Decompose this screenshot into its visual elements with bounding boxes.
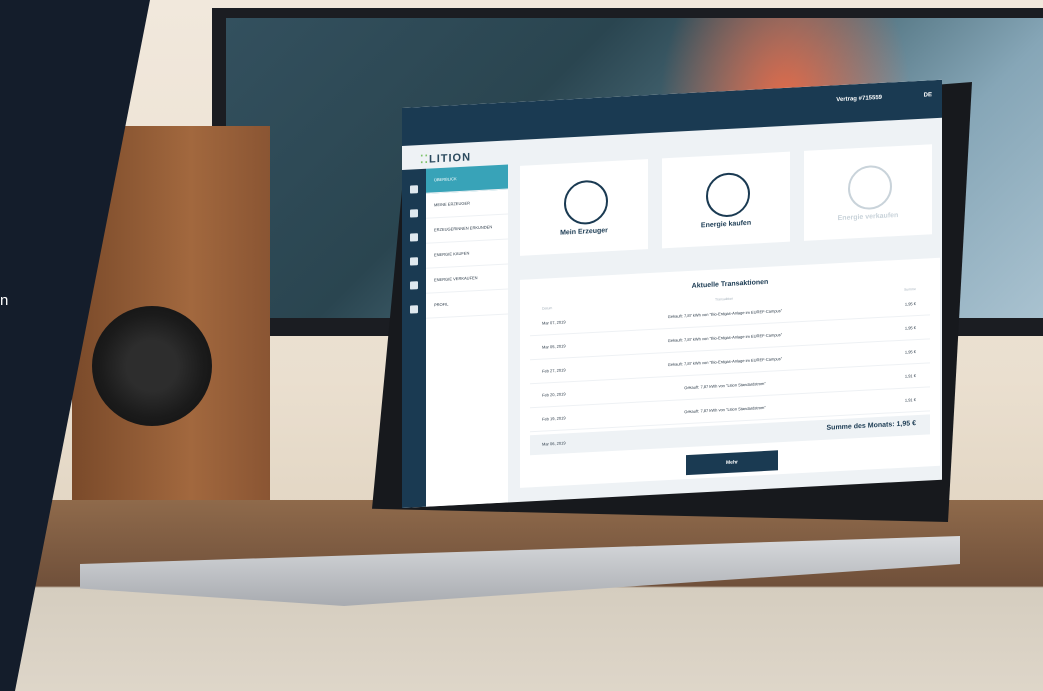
row-amount: 1,95 €: [904, 325, 916, 331]
windmill-icon: [564, 179, 608, 226]
cart-leaf-icon: [706, 171, 750, 219]
col-head-transaction: Transaktion: [715, 296, 734, 302]
monthly-sum: Summe des Monats: 1,95 €: [826, 420, 916, 432]
tile-label: Mein Erzeuger: [560, 227, 608, 237]
row-text: Gekauft: 7,87 kWh von "Bio-Erdgas-Anlage…: [667, 356, 783, 368]
icon-rail: [402, 168, 426, 508]
row-amount: 1,91 €: [904, 373, 916, 379]
menu-item-profile[interactable]: PROFIL: [426, 289, 508, 319]
main-content: Mein Erzeuger Energie kaufen Energie ver…: [512, 140, 942, 503]
row-text: Gekauft: 7,87 kWh von "Bio-Erdgas-Anlage…: [667, 308, 783, 320]
row-date: Feb 19, 2019: [542, 415, 566, 422]
row-amount: 1,95 €: [904, 349, 916, 355]
summary-date: Mar 06, 2019: [542, 440, 566, 447]
row-amount: 1,91 €: [904, 397, 916, 403]
home-icon[interactable]: [410, 185, 418, 194]
cart-icon[interactable]: [410, 257, 418, 266]
hand-leaf-icon: [848, 164, 892, 211]
row-date: Feb 27, 2019: [542, 367, 566, 374]
document-icon[interactable]: [410, 209, 418, 218]
user-icon[interactable]: [410, 305, 418, 314]
tile-buy-energy[interactable]: Energie kaufen: [662, 151, 790, 249]
col-head-date: Datum: [542, 306, 553, 311]
photo-scene: Vertrag #715559 DE ⁚⁚LITION ÜBERBLICK ME…: [0, 0, 1043, 691]
chart-icon[interactable]: [410, 281, 418, 290]
row-text: Gekauft: 7,87 kWh von "Lition Standardst…: [684, 380, 766, 391]
transactions-card: Aktuelle Transaktionen Datum Transaktion…: [520, 257, 940, 488]
desk: [0, 500, 1043, 691]
row-date: Feb 20, 2019: [542, 391, 566, 398]
col-head-sum: Summe: [903, 287, 916, 292]
row-amount: 1,95 €: [904, 301, 916, 307]
calculator-icon[interactable]: [410, 233, 418, 242]
tile-sell-energy[interactable]: Energie verkaufen: [804, 144, 932, 241]
brand-logo: ⁚⁚LITION: [420, 150, 471, 166]
row-text: Gekauft: 7,87 kWh von "Bio-Erdgas-Anlage…: [667, 332, 783, 344]
more-button[interactable]: Mehr: [686, 450, 778, 476]
row-text: Gekauft: 7,87 kWh von "Lition Standardst…: [684, 404, 766, 415]
brand-name: LITION: [429, 151, 472, 166]
tile-label: Energie kaufen: [700, 219, 752, 230]
logo-mark-icon: ⁚⁚: [420, 153, 429, 167]
contract-selector[interactable]: Vertrag #715559: [836, 95, 882, 103]
lition-app: Vertrag #715559 DE ⁚⁚LITION ÜBERBLICK ME…: [402, 79, 942, 508]
panel-text: n: [0, 292, 9, 309]
row-date: Mar 07, 2019: [542, 319, 566, 326]
tile-my-producer[interactable]: Mein Erzeuger: [520, 159, 648, 256]
speaker-cone: [92, 306, 212, 426]
row-date: Mar 05, 2019: [542, 343, 566, 350]
language-selector[interactable]: DE: [924, 92, 932, 98]
tile-label: Energie verkaufen: [837, 211, 899, 223]
side-menu: ÜBERBLICK MEINE ERZEUGER ERZEUGERINNEN E…: [426, 164, 508, 507]
